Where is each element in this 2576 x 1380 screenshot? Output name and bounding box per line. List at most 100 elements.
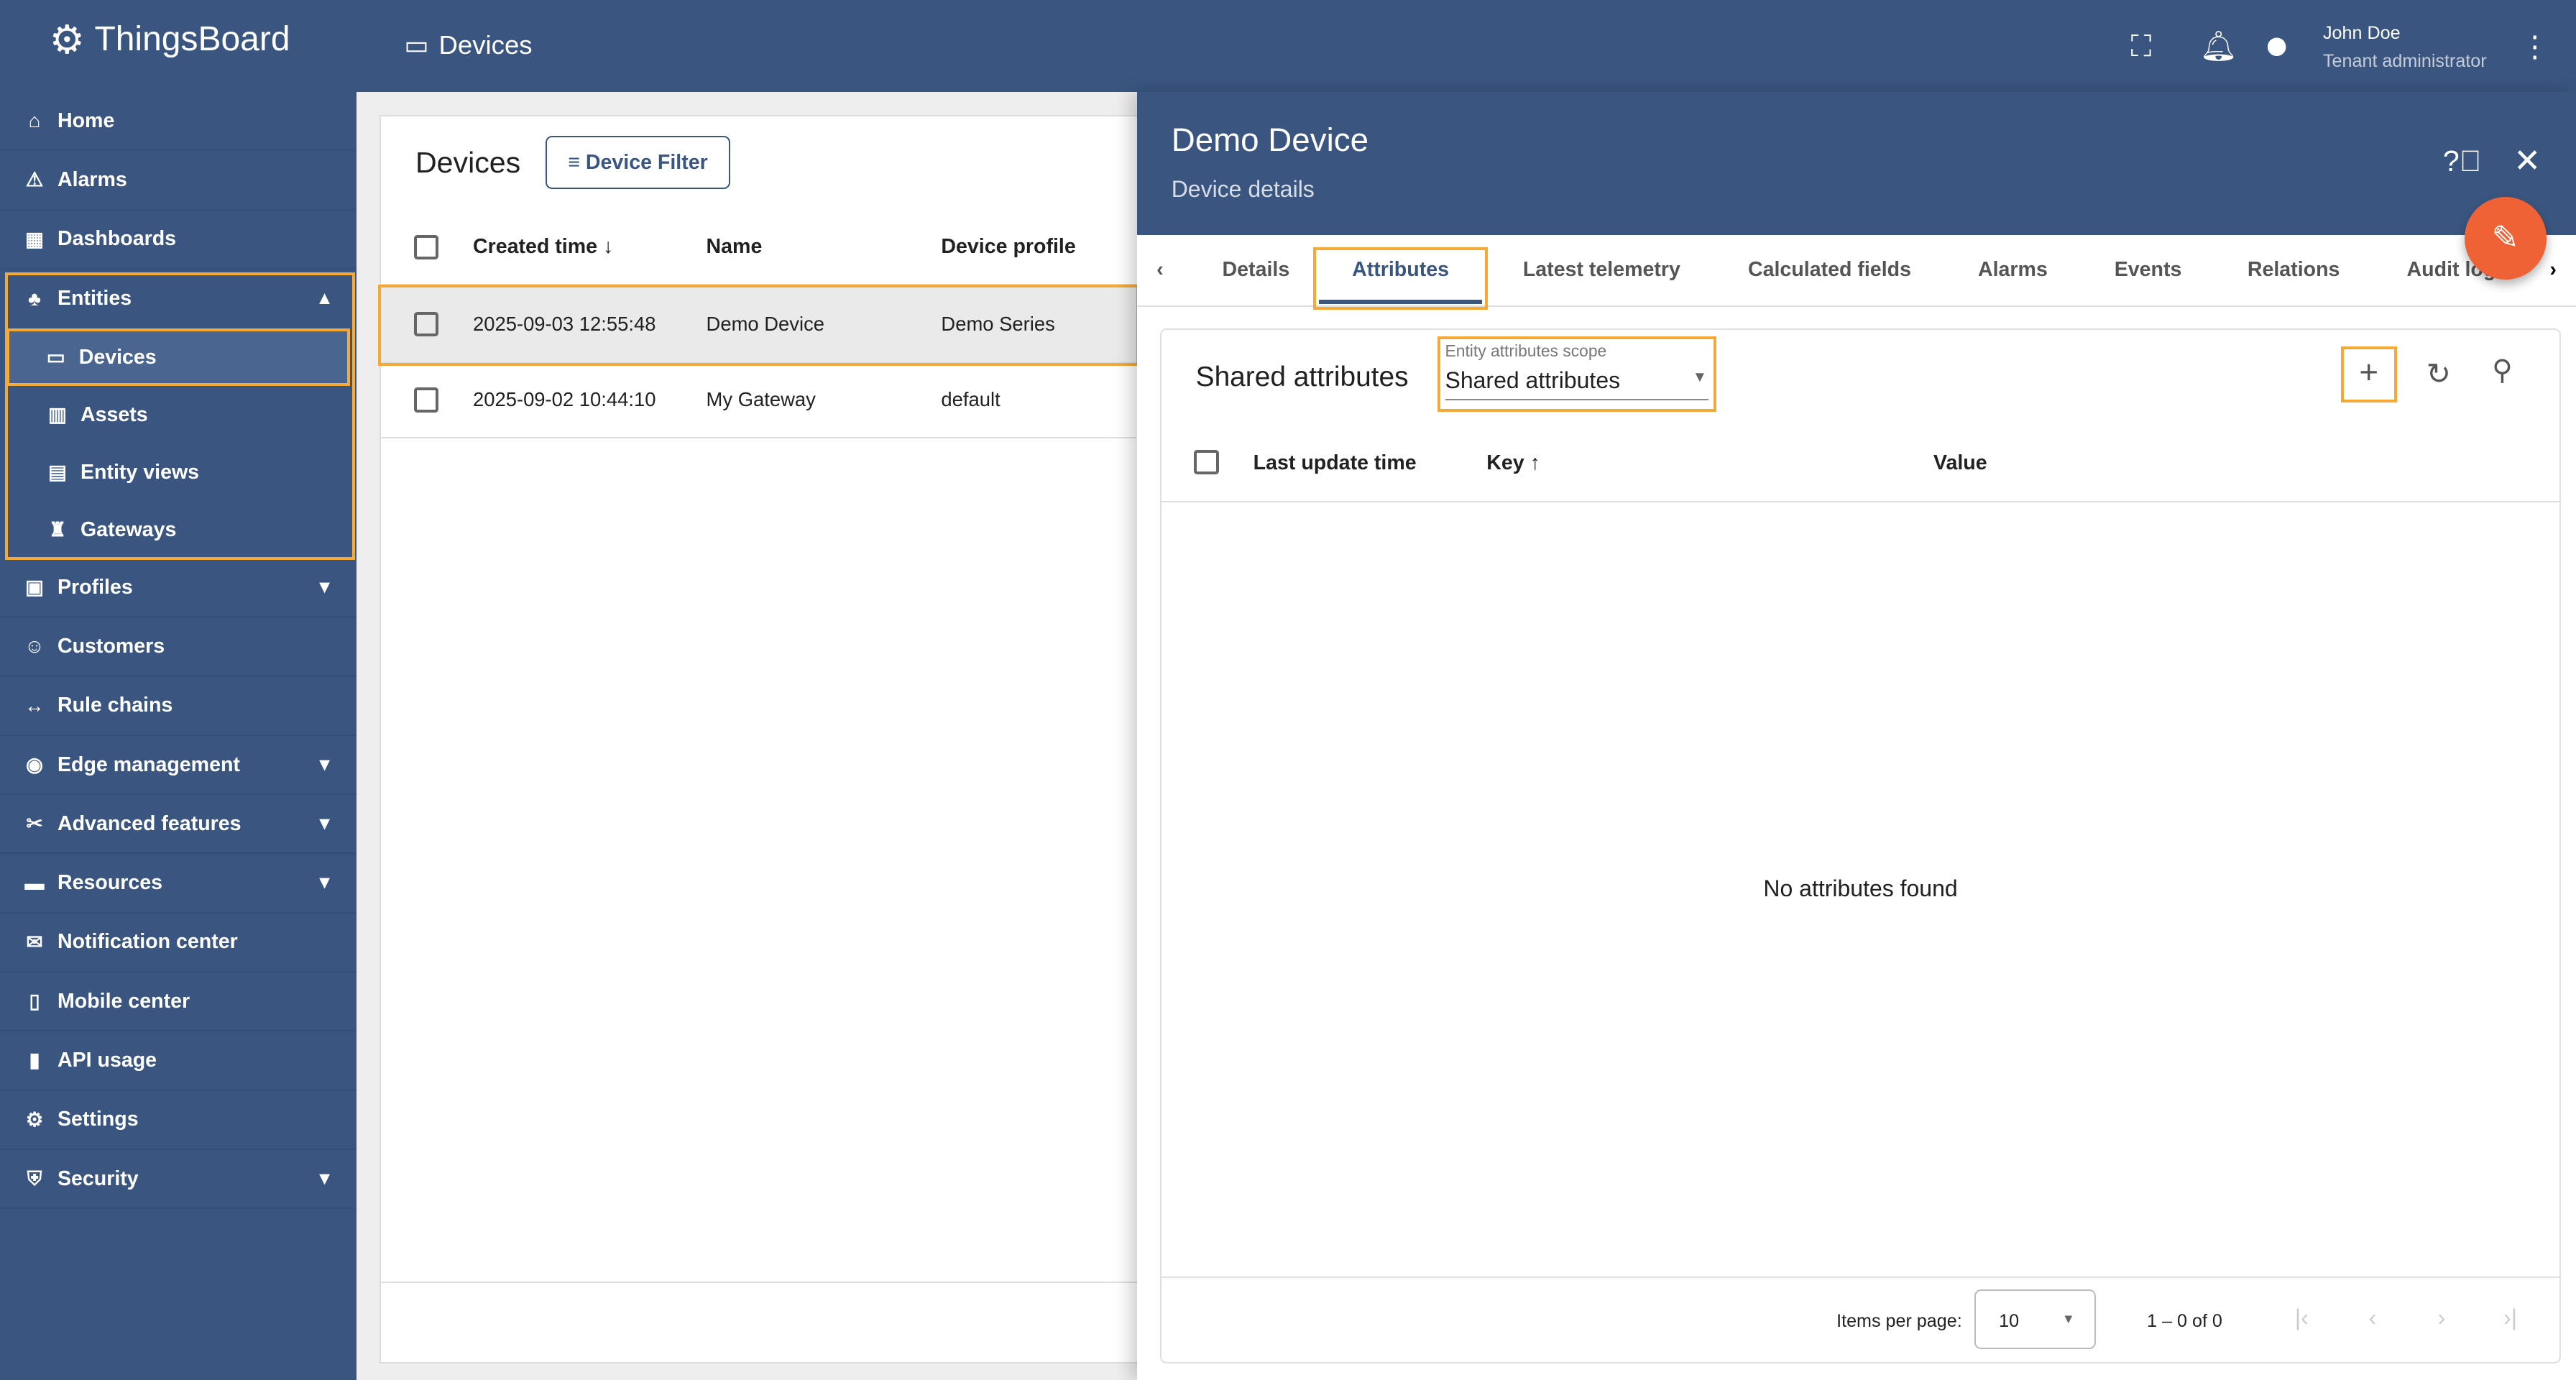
tab-events[interactable]: Events	[2115, 258, 2182, 282]
sidebar-item-alarms[interactable]: ⚠ Alarms	[0, 151, 356, 211]
paginator: Items per page: 10 ▼ 1 – 0 of 0 |‹ ‹ › ›…	[1161, 1276, 2560, 1362]
section-title: Shared attributes	[1195, 361, 1409, 392]
col-value[interactable]: Value	[1933, 451, 1987, 475]
sidebar-item-advanced-features[interactable]: ✂ Advanced features ▼	[0, 795, 356, 855]
breadcrumb: ▭ Devices	[404, 29, 533, 60]
col-name[interactable]: Name	[707, 235, 763, 259]
more-vert-icon[interactable]: ⋮	[2520, 29, 2549, 64]
empty-message: No attributes found	[1763, 875, 1958, 901]
refresh-icon[interactable]: ↻	[2426, 356, 2451, 391]
entities-icon: ♣	[27, 287, 41, 310]
row-checkbox[interactable]	[413, 387, 438, 413]
chevron-down-icon[interactable]: ▼	[316, 814, 334, 834]
chevron-down-icon[interactable]: ▼	[316, 755, 334, 776]
close-icon[interactable]: ✕	[2513, 142, 2541, 180]
help-icon[interactable]: ?⃝	[2443, 144, 2482, 178]
alarms-icon: ⚠	[25, 168, 44, 191]
sidebar-item-notification-center[interactable]: ✉ Notification center	[0, 914, 356, 973]
entity-views-icon: ▤	[48, 461, 67, 484]
sidebar-item-dashboards[interactable]: ▦ Dashboards	[0, 211, 356, 270]
table-row[interactable]: 2025-09-02 10:44:10 My Gateway default	[380, 363, 1137, 438]
customers-icon: ☺	[24, 635, 45, 658]
col-key[interactable]: Key ↑	[1486, 451, 1540, 475]
sidebar: ⌂ Home ⚠ Alarms ▦ Dashboards ♣ Entities ▲ ▭ Device…	[0, 91, 356, 1380]
add-attribute-button[interactable]: +	[2340, 346, 2397, 402]
sidebar-item-customers[interactable]: ☺ Customers	[0, 617, 356, 677]
notification-center-icon: ✉	[26, 930, 43, 953]
sidebar-item-mobile-center[interactable]: ▯ Mobile center	[0, 972, 356, 1032]
api-usage-icon: ▮	[29, 1049, 40, 1072]
chevron-down-icon[interactable]: ▼	[316, 577, 334, 598]
sidebar-item-entity-views[interactable]: ▤ Entity views	[0, 443, 356, 501]
scope-select[interactable]: Entity attributes scope Shared attribute…	[1437, 336, 1717, 413]
sidebar-item-rule-chains[interactable]: ↔ Rule chains	[0, 677, 356, 736]
tab-latest-telemetry[interactable]: Latest telemetry	[1523, 258, 1680, 282]
logo[interactable]: ⚙ ThingsBoard	[50, 17, 290, 63]
assets-icon: ▥	[48, 403, 67, 426]
select-underline	[1445, 398, 1709, 400]
device-filter-button[interactable]: ≡ Device Filter	[545, 136, 731, 189]
tab-alarms[interactable]: Alarms	[1978, 258, 2048, 282]
col-created-time[interactable]: Created time ↓	[473, 235, 613, 259]
select-all-checkbox[interactable]	[413, 234, 438, 259]
logo-icon: ⚙	[49, 17, 85, 62]
dropdown-arrow-icon: ▼	[2061, 1310, 2075, 1326]
divider	[380, 1282, 1151, 1284]
gateways-icon: ♜	[48, 518, 67, 541]
mobile-center-icon: ▯	[29, 990, 40, 1013]
details-header: Demo Device Device details ?⃝ ✕	[1136, 91, 2576, 235]
chevron-down-icon[interactable]: ▼	[316, 873, 334, 893]
chevron-down-icon[interactable]: ▼	[316, 1169, 334, 1190]
tab-attributes[interactable]: Attributes	[1312, 247, 1489, 310]
top-bar: ⚙ ThingsBoard ▭ Devices ⛶ 🔔︎ ● John Doe Ten…	[0, 0, 2576, 92]
select-all-checkbox[interactable]	[1194, 449, 1219, 475]
sidebar-item-api-usage[interactable]: ▮ API usage	[0, 1031, 356, 1091]
sidebar-item-settings[interactable]: ⚙ Settings	[0, 1091, 356, 1150]
col-device-profile[interactable]: Device profile	[941, 235, 1075, 259]
attributes-table-header: Last update time Key ↑ Value	[1161, 428, 2560, 503]
table-header: Created time ↓ Name Device profile	[380, 210, 1137, 286]
sidebar-item-entities[interactable]: ♣ Entities ▲	[0, 270, 356, 328]
home-icon: ⌂	[28, 109, 41, 132]
sidebar-item-edge-management[interactable]: ◉ Edge management ▼	[0, 736, 356, 796]
plus-icon: +	[2359, 353, 2379, 390]
sidebar-item-assets[interactable]: ▥ Assets	[0, 386, 356, 443]
sidebar-item-profiles[interactable]: ▣ Profiles ▼	[0, 558, 356, 618]
user-info[interactable]: John Doe Tenant administrator	[2323, 19, 2487, 75]
sidebar-item-resources[interactable]: ▬ Resources ▼	[0, 854, 356, 914]
edit-fab-button[interactable]: ✎	[2464, 197, 2547, 280]
device-details-panel: Demo Device Device details ?⃝ ✕ ‹ › Deta…	[1136, 91, 2576, 1380]
tabs-scroll-left-icon[interactable]: ‹	[1156, 258, 1164, 282]
pencil-icon: ✎	[2491, 219, 2519, 257]
items-per-page-select[interactable]: 10 ▼	[1974, 1289, 2097, 1349]
next-page-icon[interactable]: ›	[2438, 1305, 2446, 1331]
attributes-card: Shared attributes Entity attributes scop…	[1159, 328, 2562, 1364]
avatar[interactable]: ●	[2264, 19, 2290, 69]
table-row[interactable]: 2025-09-03 12:55:48 Demo Device Demo Serie…	[377, 284, 1140, 366]
sidebar-item-security[interactable]: ⛨ Security ▼	[0, 1150, 356, 1210]
bell-icon[interactable]: 🔔︎	[2200, 29, 2237, 64]
rule-chains-icon: ↔	[24, 694, 45, 717]
sidebar-item-devices[interactable]: ▭ Devices	[6, 328, 350, 387]
search-icon[interactable]: ⚲	[2492, 354, 2512, 387]
edge-management-icon: ◉	[26, 753, 43, 776]
prev-page-icon[interactable]: ‹	[2369, 1305, 2377, 1331]
chevron-up-icon[interactable]: ▲	[316, 288, 334, 309]
tab-details[interactable]: Details	[1223, 258, 1290, 282]
row-checkbox[interactable]	[413, 312, 438, 337]
details-tabs: ‹ › Details Attributes Latest telemetry Cal…	[1136, 235, 2576, 310]
dropdown-arrow-icon: ▼	[1692, 369, 1708, 386]
sort-desc-icon: ↓	[602, 235, 614, 259]
security-icon: ⛨	[27, 1167, 42, 1190]
col-last-update-time[interactable]: Last update time	[1254, 451, 1417, 475]
sidebar-item-home[interactable]: ⌂ Home	[0, 92, 356, 152]
devices-icon: ▭	[404, 30, 429, 60]
last-page-icon[interactable]: ›|	[2503, 1305, 2517, 1331]
sidebar-item-gateways[interactable]: ♜ Gateways	[0, 501, 356, 558]
first-page-icon[interactable]: |‹	[2295, 1305, 2309, 1331]
fullscreen-icon[interactable]: ⛶	[2131, 29, 2152, 64]
tabs-scroll-right-icon[interactable]: ›	[2549, 258, 2557, 282]
tab-relations[interactable]: Relations	[2248, 258, 2340, 282]
tab-calculated-fields[interactable]: Calculated fields	[1748, 258, 1911, 282]
dashboards-icon: ▦	[25, 227, 44, 250]
